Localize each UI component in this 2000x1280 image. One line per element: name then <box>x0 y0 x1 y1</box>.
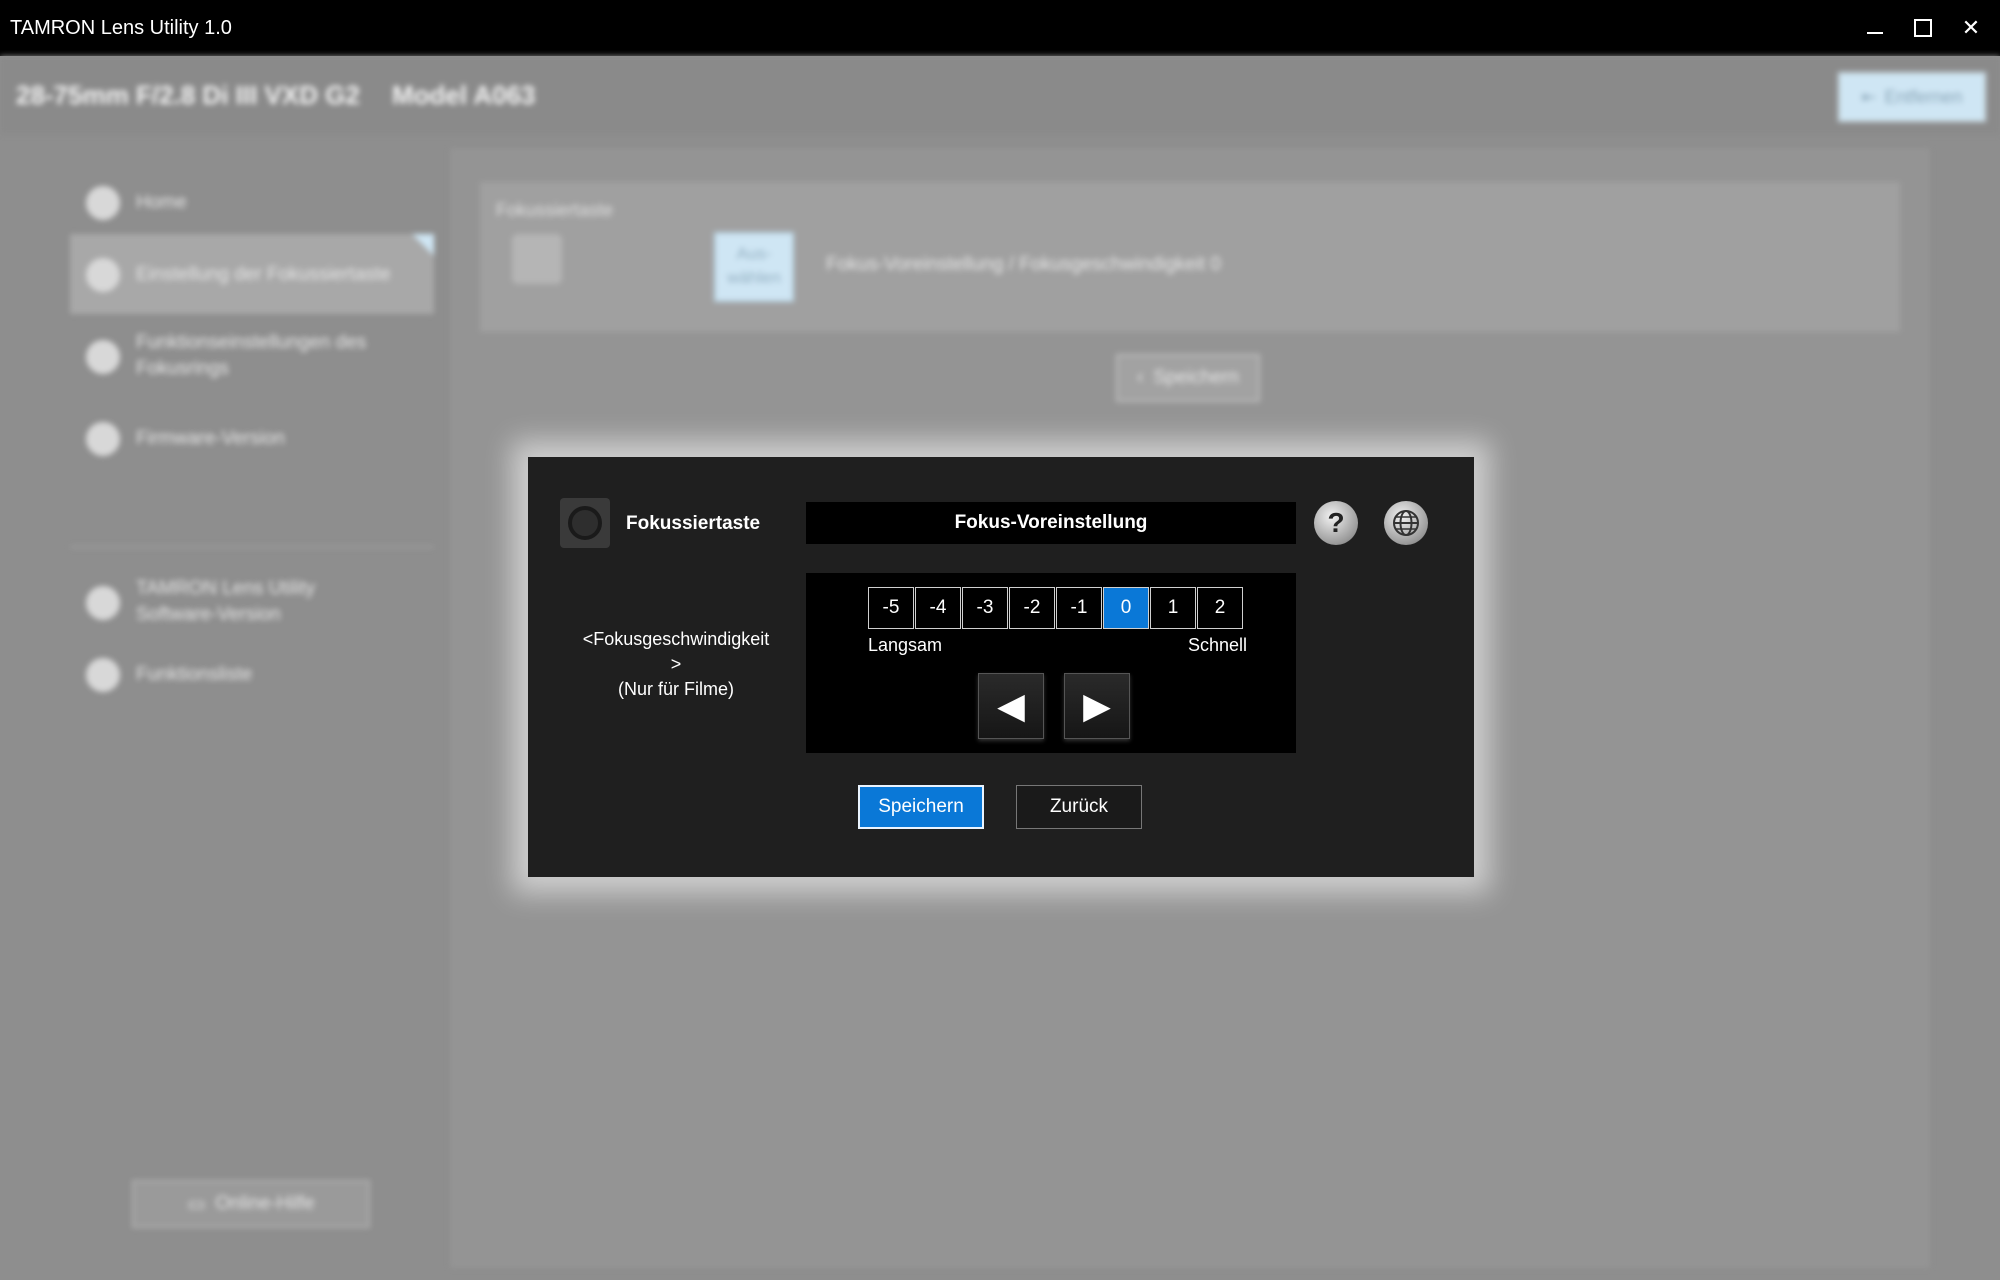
sidebar-divider <box>70 546 434 548</box>
ring-icon <box>568 506 602 540</box>
sidebar-item-software-version[interactable]: TAMRON Lens Utility Software-Version <box>70 562 434 642</box>
sidebar-item-label: Funktionsliste <box>136 664 253 685</box>
sidebar-item-label: Home <box>136 192 187 213</box>
sidebar-item-label: Firmware-Version <box>136 428 285 449</box>
sidebar-item-focus-button-settings[interactable]: Einstellung der Fokussiertaste <box>70 234 434 314</box>
language-button[interactable] <box>1384 501 1428 545</box>
online-help-label: Online-Hilfe <box>215 1193 315 1214</box>
sidebar-item-home[interactable]: Home <box>70 162 434 242</box>
arrow-left-icon: ◀ <box>997 685 1025 726</box>
info-icon <box>86 586 120 620</box>
lens-header: 28-75mm F/2.8 Di III VXD G2 Model A063 ⇤… <box>0 56 2000 134</box>
sidebar-item-label: Funktionseinstellungen des Fokusrings <box>136 332 367 379</box>
speed-step[interactable]: 2 <box>1197 587 1243 629</box>
speed-step-selected[interactable]: 0 <box>1103 587 1149 629</box>
background-save-button[interactable]: ‹ Speichern <box>1116 354 1260 402</box>
speed-step[interactable]: -2 <box>1009 587 1055 629</box>
arrow-right-icon: ▶ <box>1083 685 1111 726</box>
slow-label: Langsam <box>868 635 943 655</box>
online-help-button[interactable]: ▭ Online-Hilfe <box>132 1180 370 1228</box>
remove-button[interactable]: ⇤ Entfernen <box>1838 72 1986 122</box>
question-icon: ? <box>1327 507 1345 538</box>
speed-step[interactable]: -3 <box>962 587 1008 629</box>
list-icon <box>86 658 120 692</box>
focus-speed-label: <Fokusgeschwindigkeit > (Nur für Filme) <box>582 629 770 699</box>
minimize-button[interactable] <box>1852 8 1898 48</box>
home-icon <box>86 186 120 220</box>
increase-button[interactable]: ▶ <box>1064 673 1130 739</box>
chevron-left-icon: ‹ <box>1137 367 1144 388</box>
mode-display[interactable]: Fokus-Voreinstellung <box>806 502 1296 544</box>
exit-icon: ⇤ <box>1861 86 1877 107</box>
close-button[interactable]: ✕ <box>1948 8 1994 48</box>
speed-panel: -5 -4 -3 -2 -1 0 1 2 Langsam Schnell ◀ ▶ <box>806 573 1296 753</box>
close-icon: ✕ <box>1961 15 1981 40</box>
sidebar-item-function-list[interactable]: Funktionsliste <box>70 634 434 714</box>
decrease-button[interactable]: ◀ <box>978 673 1044 739</box>
help-button[interactable]: ? <box>1314 501 1358 545</box>
window-icon: ▭ <box>187 1193 206 1215</box>
maximize-button[interactable] <box>1900 8 1946 48</box>
lens-name: 28-75mm F/2.8 Di III VXD G2 <box>16 80 360 110</box>
select-button[interactable]: Aus-wählen <box>714 232 794 302</box>
window-titlebar: TAMRON Lens Utility 1.0 ✕ <box>0 0 2000 56</box>
sidebar-item-label: Einstellung der Fokussiertaste <box>136 264 391 285</box>
sidebar-item-focus-ring-settings[interactable]: Funktionseinstellungen des Fokusrings <box>70 316 434 396</box>
focus-button-icon <box>512 234 562 284</box>
sidebar-item-label: TAMRON Lens Utility Software-Version <box>136 578 316 625</box>
focus-button-icon <box>560 498 610 548</box>
save-button[interactable]: Speichern <box>858 785 984 829</box>
focus-button-dialog: Fokussiertaste Fokus-Voreinstellung ? <F… <box>528 457 1474 877</box>
speed-step[interactable]: -1 <box>1056 587 1102 629</box>
remove-label: Entfernen <box>1884 86 1963 107</box>
ring-icon <box>86 340 120 374</box>
finger-icon <box>86 258 120 292</box>
firmware-icon <box>86 422 120 456</box>
speed-steps: -5 -4 -3 -2 -1 0 1 2 <box>868 587 1244 629</box>
dialog-title: Fokussiertaste <box>626 513 761 534</box>
window-title: TAMRON Lens Utility 1.0 <box>10 17 232 39</box>
speed-step[interactable]: -5 <box>868 587 914 629</box>
lens-model: Model A063 <box>392 80 536 110</box>
speed-step[interactable]: 1 <box>1150 587 1196 629</box>
sidebar-item-firmware[interactable]: Firmware-Version <box>70 398 434 478</box>
background-save-label: Speichern <box>1153 367 1239 388</box>
fast-label: Schnell <box>1188 635 1248 655</box>
card-label: Fokussiertaste <box>496 200 614 220</box>
globe-icon <box>1393 510 1419 536</box>
card-status: Fokus-Voreinstellung / Fokusgeschwindigk… <box>826 254 1221 275</box>
focus-button-card: Fokussiertaste Aus-wählen Fokus-Voreinst… <box>480 182 1900 332</box>
sidebar: Home Einstellung der Fokussiertaste Funk… <box>0 134 440 1280</box>
speed-step[interactable]: -4 <box>915 587 961 629</box>
minimize-icon <box>1867 32 1883 34</box>
back-button[interactable]: Zurück <box>1016 785 1142 829</box>
maximize-icon <box>1914 19 1932 37</box>
